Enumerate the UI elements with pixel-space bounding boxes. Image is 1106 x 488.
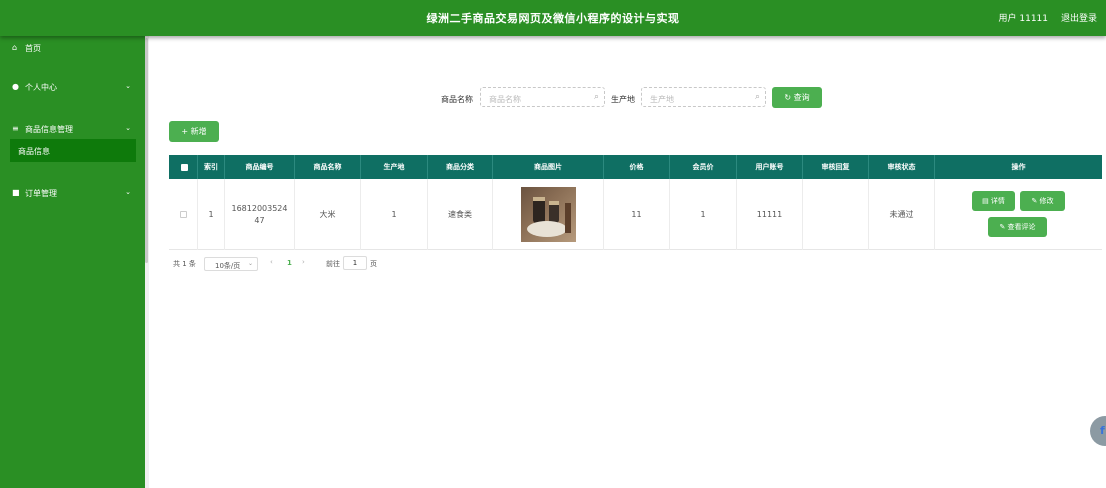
home-icon: ⌂ <box>12 43 18 52</box>
product-name-input[interactable]: 商品名称 ⌕ <box>480 87 605 107</box>
add-button[interactable]: + 新增 <box>169 121 219 142</box>
sidebar-item-label: 个人中心 <box>25 83 57 92</box>
row-select-cell <box>169 179 198 250</box>
view-reviews-button-label: 查看评论 <box>1007 223 1036 231</box>
edit-button[interactable]: ✎ 修改 <box>1020 191 1065 211</box>
page-number-current[interactable]: 1 <box>287 259 292 267</box>
detail-button[interactable]: ▤ 详情 <box>972 191 1015 211</box>
page-size-select[interactable]: 10条/页 ⌄ <box>204 257 258 271</box>
chevron-down-icon: ⌄ <box>125 188 131 196</box>
sidebar-item-personal-center[interactable]: ● 个人中心 ⌄ <box>0 77 145 97</box>
column-header: 价格 <box>604 155 670 179</box>
column-header: 审核状态 <box>869 155 935 179</box>
app-title: 绿洲二手商品交易网页及微信小程序的设计与实现 <box>426 12 680 25</box>
chevron-down-icon: ⌄ <box>125 124 131 132</box>
sidebar-item-label: 商品信息管理 <box>25 125 73 134</box>
page-suffix: 页 <box>370 260 377 268</box>
price-cell: 11 <box>604 179 670 250</box>
sidebar-item-order-management[interactable]: ■ 订单管理 ⌄ <box>0 183 145 203</box>
column-header: 审核回复 <box>803 155 869 179</box>
query-button[interactable]: ↻ 查询 <box>772 87 822 108</box>
column-header: 商品图片 <box>493 155 604 179</box>
floating-assistant-button[interactable]: f <box>1090 416 1106 446</box>
column-header: 会员价 <box>670 155 737 179</box>
column-header: 商品分类 <box>428 155 493 179</box>
column-header: 商品编号 <box>225 155 295 179</box>
product-code-cell: 1681200352447 <box>225 179 295 250</box>
origin-cell: 1 <box>361 179 428 250</box>
current-user: 用户 11111 <box>998 14 1049 24</box>
next-page-button[interactable]: › <box>302 258 305 266</box>
vip-price-cell: 1 <box>670 179 737 250</box>
origin-label: 生产地 <box>611 95 635 104</box>
user-icon: ● <box>12 82 19 91</box>
review-reply-cell <box>803 179 869 250</box>
column-header: 索引 <box>198 155 225 179</box>
search-icon: ⌕ <box>754 92 760 102</box>
logout-link[interactable]: 退出登录 <box>1061 11 1097 24</box>
column-header: 用户账号 <box>737 155 803 179</box>
sidebar-item-home[interactable]: ⌂ 首页 <box>0 38 145 58</box>
select-all-cell <box>169 155 198 179</box>
table-header: 索引 商品编号 商品名称 生产地 商品分类 商品图片 价格 会员价 用户账号 审… <box>169 155 1102 179</box>
category-cell: 速食类 <box>428 179 493 250</box>
chevron-down-icon: ⌄ <box>247 260 253 267</box>
edit-button-label: 修改 <box>1039 197 1054 205</box>
query-button-label: 查询 <box>793 93 810 102</box>
row-checkbox[interactable] <box>179 211 187 218</box>
pager-total: 共 1 条 <box>173 260 196 268</box>
page-size-value: 10条/页 <box>215 262 241 270</box>
view-reviews-button[interactable]: ✎ 查看评论 <box>988 217 1047 237</box>
sidebar-item-label: 首页 <box>25 44 41 53</box>
sidebar-subitem-product-info[interactable]: 商品信息 <box>10 139 136 162</box>
origin-placeholder: 生产地 <box>650 95 674 104</box>
product-image-cell <box>493 179 604 250</box>
top-header: 绿洲二手商品交易网页及微信小程序的设计与实现 用户 11111 退出登录 <box>0 0 1106 36</box>
sidebar: ⌂ 首页 ● 个人中心 ⌄ ≡ 商品信息管理 ⌄ 商品信息 ■ 订单管理 ⌄ <box>0 36 145 488</box>
user-account-cell: 11111 <box>737 179 803 250</box>
column-header: 操作 <box>1011 163 1026 171</box>
goto-label: 前往 <box>326 260 340 268</box>
sidebar-item-label: 订单管理 <box>25 189 57 198</box>
menu-icon: ≡ <box>12 124 19 133</box>
order-icon: ■ <box>12 188 20 197</box>
product-name-cell: 大米 <box>295 179 361 250</box>
search-icon: ⌕ <box>593 92 599 102</box>
select-all-checkbox[interactable] <box>181 164 188 171</box>
assistant-icon: f <box>1100 424 1105 437</box>
index-cell: 1 <box>198 179 225 250</box>
review-status-cell: 未通过 <box>869 179 935 250</box>
product-name-label: 商品名称 <box>441 95 473 104</box>
sidebar-scrollbar[interactable] <box>145 38 148 263</box>
origin-input[interactable]: 生产地 ⌕ <box>641 87 766 107</box>
table-row: 1 1681200352447 大米 1 速食类 11 1 11111 未通过 … <box>169 179 1102 250</box>
pencil-icon: ✎ <box>1031 197 1038 205</box>
goto-page-input[interactable]: 1 <box>343 256 367 270</box>
pencil-icon: ✎ <box>999 223 1006 231</box>
sidebar-item-product-management[interactable]: ≡ 商品信息管理 ⌄ <box>0 119 145 139</box>
column-header: 商品名称 <box>295 155 361 179</box>
detail-button-label: 详情 <box>990 197 1005 205</box>
product-name-placeholder: 商品名称 <box>489 95 521 104</box>
column-header: 生产地 <box>361 155 428 179</box>
sidebar-subitem-label: 商品信息 <box>18 147 50 156</box>
actions-cell: ▤ 详情 ✎ 修改 ✎ 查看评论 <box>935 179 1102 250</box>
document-icon: ▤ <box>982 197 989 205</box>
prev-page-button[interactable]: ‹ <box>270 258 273 266</box>
product-image[interactable] <box>520 187 576 242</box>
refresh-icon: ↻ <box>784 93 792 102</box>
chevron-down-icon: ⌄ <box>125 82 131 90</box>
